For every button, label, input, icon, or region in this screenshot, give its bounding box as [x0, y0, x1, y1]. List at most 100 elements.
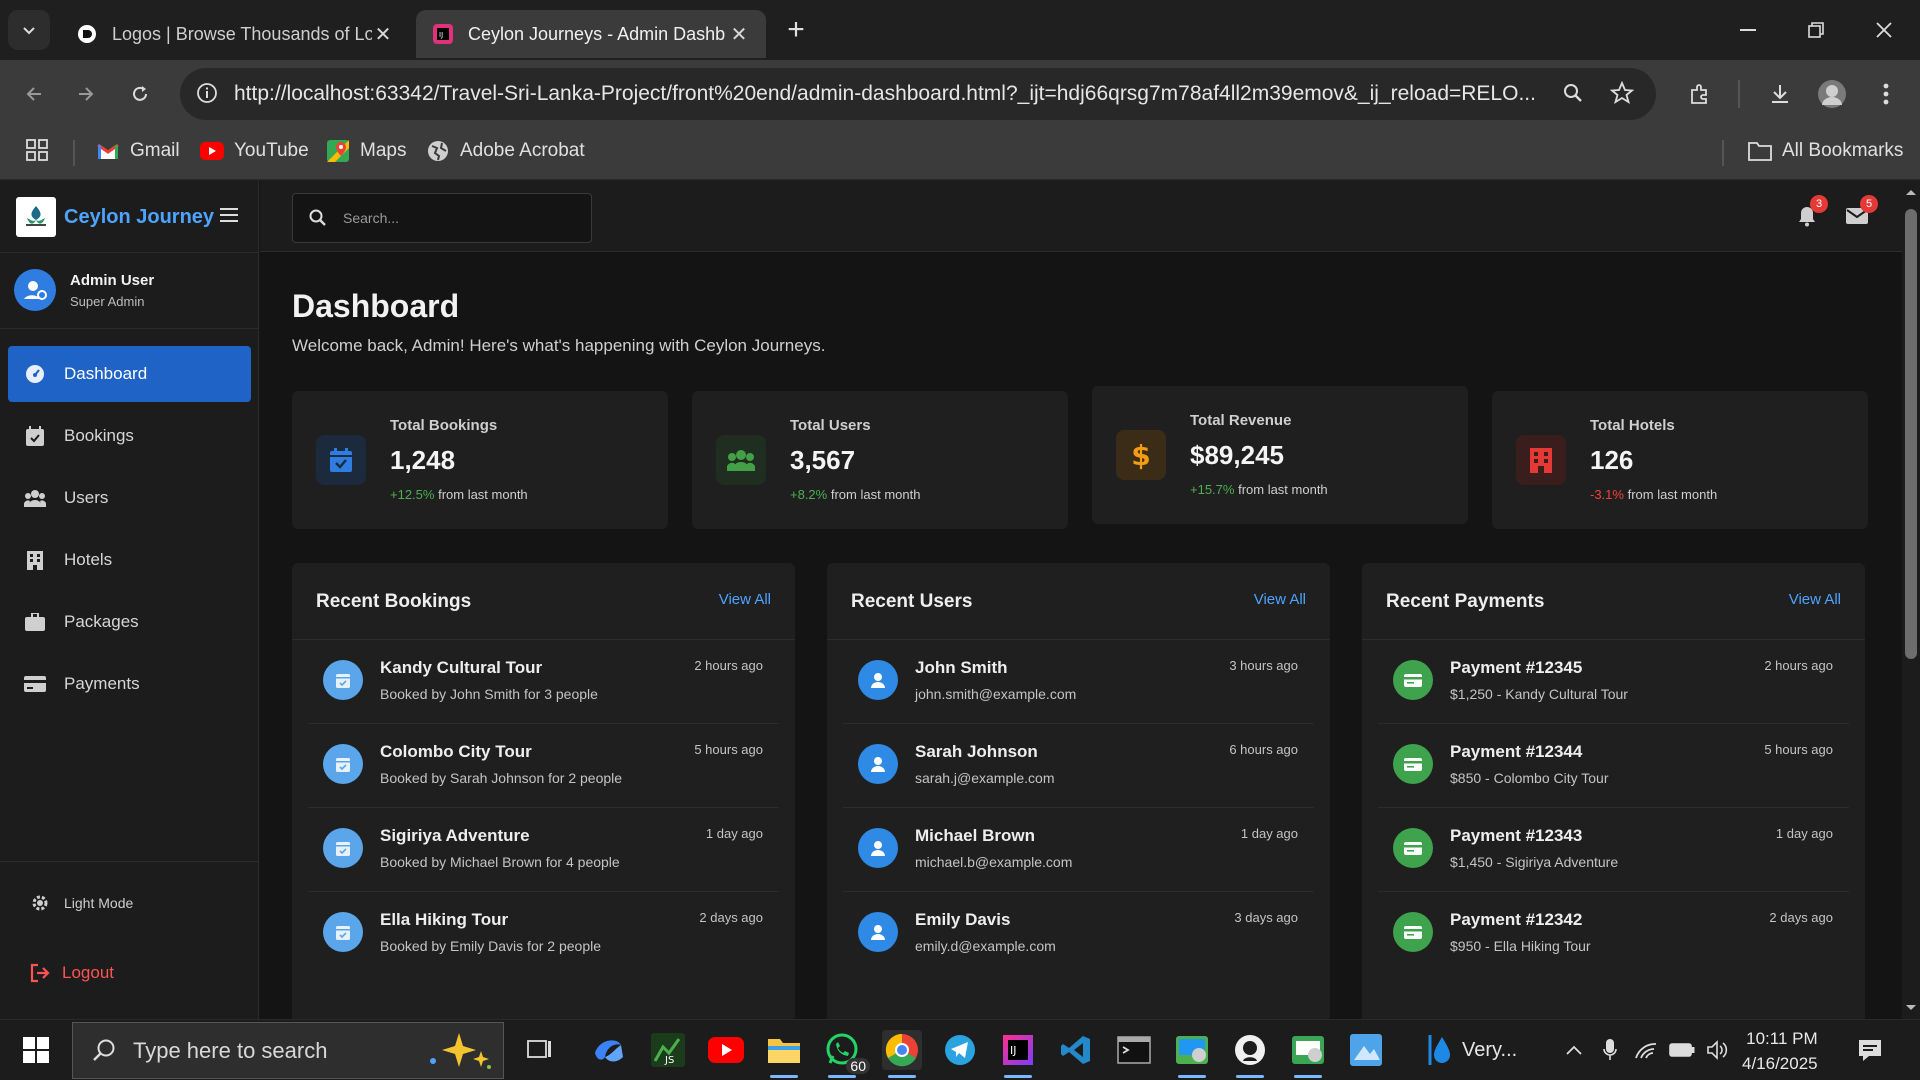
windows-taskbar: Type here to search JS 60 IJ Very... 10:…: [0, 1019, 1920, 1080]
weather-widget[interactable]: Very...: [1422, 1030, 1582, 1070]
list-item[interactable]: Colombo City Tour Booked by Sarah Johnso…: [308, 724, 779, 808]
back-button[interactable]: [16, 76, 52, 112]
list-item[interactable]: Payment #12342 $950 - Ella Hiking Tour 2…: [1378, 892, 1849, 976]
close-window-button[interactable]: [1862, 12, 1906, 48]
sidebar-item-dashboard[interactable]: Dashboard: [8, 346, 251, 402]
page-subtitle: Welcome back, Admin! Here's what's happe…: [292, 336, 826, 355]
svg-text:IJ: IJ: [439, 31, 443, 39]
maps-icon: [326, 139, 350, 163]
view-all-link[interactable]: View All: [1254, 591, 1306, 608]
list-item[interactable]: Payment #12343 $1,450 - Sigiriya Adventu…: [1378, 808, 1849, 892]
app-icon-paint[interactable]: [1346, 1030, 1386, 1070]
chevron-up-icon[interactable]: [1560, 1036, 1588, 1064]
battery-icon[interactable]: [1668, 1036, 1696, 1064]
youtube-app-icon[interactable]: [706, 1030, 746, 1070]
brand[interactable]: Ceylon Journey: [16, 197, 214, 237]
user-profile[interactable]: Admin User Super Admin: [14, 269, 154, 311]
github-icon[interactable]: [1230, 1030, 1270, 1078]
list-item[interactable]: Emily Davis emily.d@example.com 3 days a…: [843, 892, 1314, 976]
list-item[interactable]: Sarah Johnson sarah.j@example.com 6 hour…: [843, 724, 1314, 808]
scrollbar-thumb[interactable]: [1905, 209, 1917, 659]
sidebar-item-packages[interactable]: Packages: [8, 594, 251, 650]
start-button[interactable]: [16, 1030, 56, 1070]
extensions-button[interactable]: [1682, 76, 1718, 112]
messages-button[interactable]: 5: [1844, 195, 1878, 229]
restore-button[interactable]: [1794, 12, 1838, 48]
bookmark-star-icon[interactable]: [1610, 81, 1634, 105]
search-box[interactable]: [292, 193, 592, 243]
app-icon-photos[interactable]: [1172, 1030, 1212, 1078]
profile-button[interactable]: [1814, 76, 1850, 112]
volume-icon[interactable]: [1704, 1036, 1732, 1064]
task-view-button[interactable]: [520, 1030, 560, 1070]
url-text: http://localhost:63342/Travel-Sri-Lanka-…: [234, 82, 1534, 105]
all-bookmarks-button[interactable]: All Bookmarks: [1748, 139, 1903, 163]
zoom-icon[interactable]: [1562, 82, 1584, 104]
list-item[interactable]: Michael Brown michael.b@example.com 1 da…: [843, 808, 1314, 892]
chrome-icon[interactable]: [882, 1030, 922, 1078]
telegram-icon[interactable]: [940, 1030, 980, 1070]
item-title: Payment #12344: [1450, 742, 1583, 761]
app-icon-2[interactable]: JS: [648, 1030, 688, 1070]
whatsapp-icon[interactable]: 60: [822, 1030, 870, 1078]
calendar-icon: [24, 425, 46, 447]
svg-text:JS: JS: [664, 1055, 674, 1066]
arrow-right-icon: [79, 87, 94, 101]
intellij-icon[interactable]: IJ: [998, 1030, 1038, 1078]
bookmark-maps[interactable]: Maps: [326, 139, 406, 163]
chrome-menu-button[interactable]: [1868, 76, 1904, 112]
app-icon-1[interactable]: [588, 1030, 628, 1070]
list-item[interactable]: Ella Hiking Tour Booked by Emily Davis f…: [308, 892, 779, 976]
stat-label: Total Revenue: [1190, 412, 1292, 429]
notifications-button[interactable]: 3: [1794, 195, 1828, 229]
menu-toggle-icon[interactable]: [220, 207, 238, 223]
tab-ceylon-journeys[interactable]: IJ Ceylon Journeys - Admin Dashb ✕: [416, 10, 766, 58]
sidebar-item-label: Bookings: [64, 426, 134, 445]
bookmark-youtube[interactable]: YouTube: [200, 139, 309, 163]
light-mode-toggle[interactable]: Light Mode: [30, 893, 133, 913]
site-info-icon[interactable]: [196, 82, 218, 104]
sidebar-item-hotels[interactable]: Hotels: [8, 532, 251, 588]
view-all-link[interactable]: View All: [719, 591, 771, 608]
file-explorer-icon[interactable]: [764, 1030, 804, 1078]
close-tab-icon[interactable]: ✕: [728, 23, 750, 46]
wifi-icon[interactable]: [1632, 1036, 1660, 1064]
logout-button[interactable]: Logout: [30, 963, 114, 983]
tab-search-button[interactable]: [8, 10, 50, 50]
new-tab-button[interactable]: +: [780, 13, 812, 46]
sidebar-item-bookings[interactable]: Bookings: [8, 408, 251, 464]
list-item[interactable]: Payment #12344 $850 - Colombo City Tour …: [1378, 724, 1849, 808]
user-name: Admin User: [70, 271, 155, 289]
app-icon-sheets[interactable]: [1288, 1030, 1328, 1078]
address-bar[interactable]: http://localhost:63342/Travel-Sri-Lanka-…: [180, 68, 1656, 120]
taskbar-clock[interactable]: 10:11 PM 4/16/2025: [1742, 1026, 1818, 1076]
bookmark-adobe-acrobat[interactable]: Adobe Acrobat: [426, 139, 585, 163]
search-input[interactable]: [343, 210, 563, 226]
item-subtitle: Booked by Sarah Johnson for 2 people: [380, 770, 623, 786]
view-all-link[interactable]: View All: [1789, 591, 1841, 608]
panel-title: Recent Payments: [1386, 591, 1545, 612]
list-item[interactable]: John Smith john.smith@example.com 3 hour…: [843, 640, 1314, 724]
vscode-icon[interactable]: [1056, 1030, 1096, 1070]
bookmark-gmail[interactable]: Gmail: [96, 139, 180, 163]
terminal-icon[interactable]: [1114, 1030, 1154, 1070]
tab-logos[interactable]: Logos | Browse Thousands of Lo ✕: [60, 10, 410, 58]
sidebar-item-payments[interactable]: Payments: [8, 656, 251, 712]
microphone-icon[interactable]: [1596, 1036, 1624, 1064]
notification-center-icon[interactable]: [1856, 1036, 1884, 1064]
reload-button[interactable]: [122, 76, 158, 112]
item-title: Michael Brown: [915, 826, 1035, 845]
minimize-button[interactable]: [1726, 12, 1770, 48]
apps-button[interactable]: [26, 139, 48, 161]
water-drop-icon: [1428, 1035, 1450, 1065]
list-item[interactable]: Payment #12345 $1,250 - Kandy Cultural T…: [1378, 640, 1849, 724]
forward-button[interactable]: [68, 76, 104, 112]
sidebar-item-users[interactable]: Users: [8, 470, 251, 526]
taskbar-search[interactable]: Type here to search: [72, 1022, 504, 1079]
list-item[interactable]: Kandy Cultural Tour Booked by John Smith…: [308, 640, 779, 724]
item-time: 1 day ago: [1775, 826, 1833, 841]
list-item[interactable]: Sigiriya Adventure Booked by Michael Bro…: [308, 808, 779, 892]
credit-card-icon: [1393, 828, 1433, 868]
close-tab-icon[interactable]: ✕: [372, 23, 394, 46]
downloads-button[interactable]: [1762, 76, 1798, 112]
